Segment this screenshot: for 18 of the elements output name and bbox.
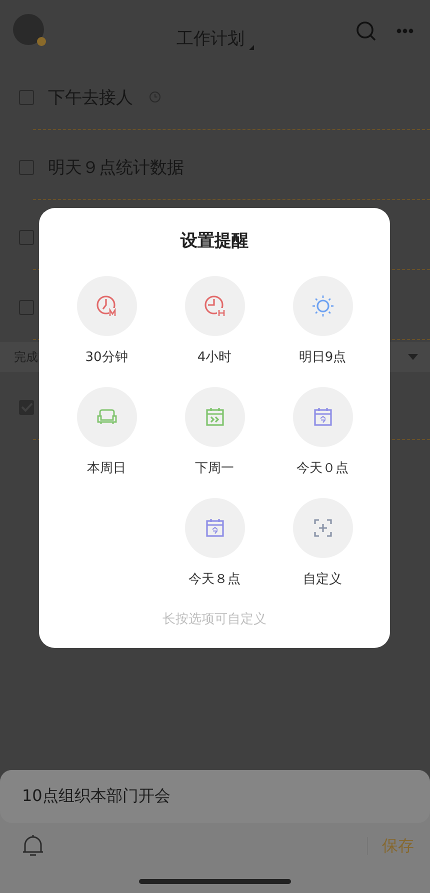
reminder-option[interactable]: 明日9点 [268,276,376,366]
avatar[interactable] [13,14,44,45]
dialog-title: 设置提醒 [180,230,248,252]
reminder-option[interactable]: 本周日 [52,387,160,477]
reminder-option[interactable]: 自定义 [268,498,376,588]
reminder-option[interactable]: 今天８点 [160,498,268,588]
search-icon[interactable] [356,21,376,41]
reminder-option[interactable]: 今天０点 [268,387,376,477]
bell-icon[interactable] [22,834,44,858]
task-input-field[interactable]: 10点组织本部门开会 [0,770,430,823]
more-icon[interactable] [396,28,414,34]
dropdown-caret-icon[interactable] [408,354,418,360]
caret-icon [248,45,254,50]
reminder-option[interactable]: 30分钟 [52,276,160,366]
hint-text: 长按选项可自定义 [162,611,266,628]
avatar-badge-icon [37,37,46,46]
reminder-option[interactable]: 4小时 [160,276,268,366]
reminder-option[interactable]: 下周一 [160,387,268,477]
